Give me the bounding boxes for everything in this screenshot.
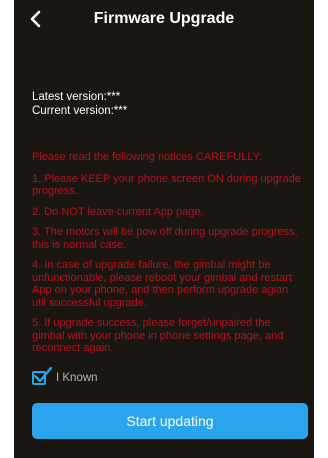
notices-heading: Please read the following notices CAREFU… (32, 151, 263, 163)
upgrade-notices: Please read the following notices CAREFU… (32, 151, 304, 363)
agree-checkbox-row[interactable]: I Known (32, 366, 98, 385)
notice-item: 2. Do NOT leave current App page. (32, 205, 204, 218)
start-updating-button[interactable]: Start updating (32, 403, 308, 439)
agree-checkbox[interactable] (32, 366, 53, 385)
notice-item: 4. In case of upgrade failure, the gimba… (32, 259, 292, 309)
latest-version-text: Latest version:*** (32, 91, 121, 103)
page-title: Firmware Upgrade (93, 10, 235, 27)
version-info: Latest version:*** Current version:*** (32, 90, 127, 118)
header-bar: Firmware Upgrade (14, 0, 314, 44)
firmware-upgrade-screen: Firmware Upgrade Latest version:*** Curr… (14, 0, 314, 458)
current-version-text: Current version:*** (32, 105, 128, 117)
notice-item: 5. If upgrade success, please forget/unp… (32, 317, 284, 354)
notice-item: 1. Please KEEP your phone screen ON duri… (32, 172, 301, 198)
notice-item: 3. The motors will be pow off during upg… (32, 226, 298, 251)
agree-label: I Known (56, 372, 98, 384)
